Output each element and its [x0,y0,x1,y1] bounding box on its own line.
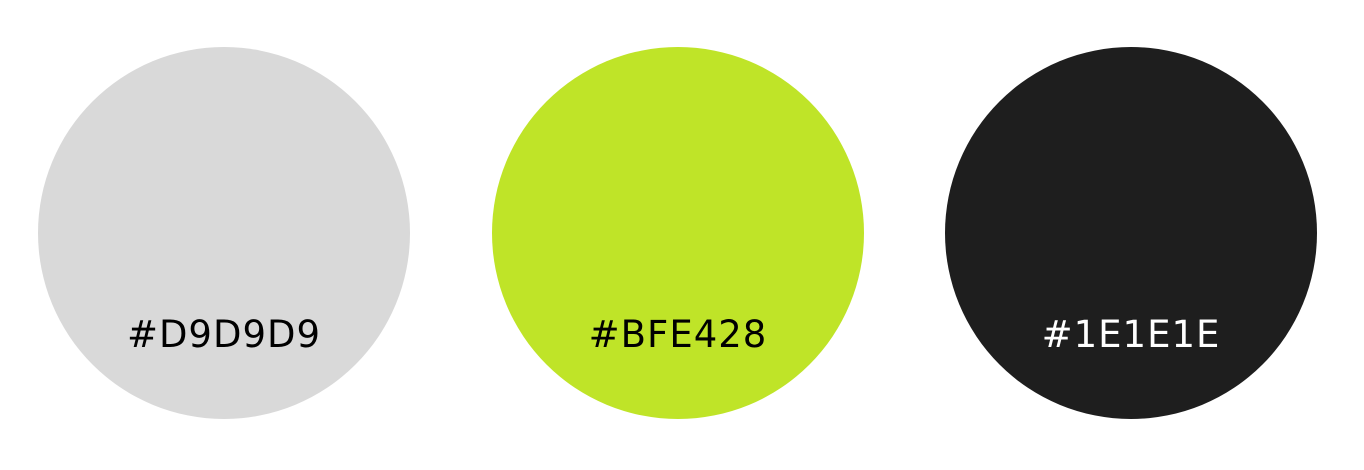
color-swatch-hex-label: #D9D9D9 [126,313,322,356]
color-swatch-hex-label: #1E1E1E [1041,313,1221,356]
color-swatch-light-gray: #D9D9D9 [38,47,410,419]
color-swatch-hex-label: #BFE428 [588,313,768,356]
color-swatch-near-black: #1E1E1E [945,47,1317,419]
color-swatch-lime-green: #BFE428 [492,47,864,419]
